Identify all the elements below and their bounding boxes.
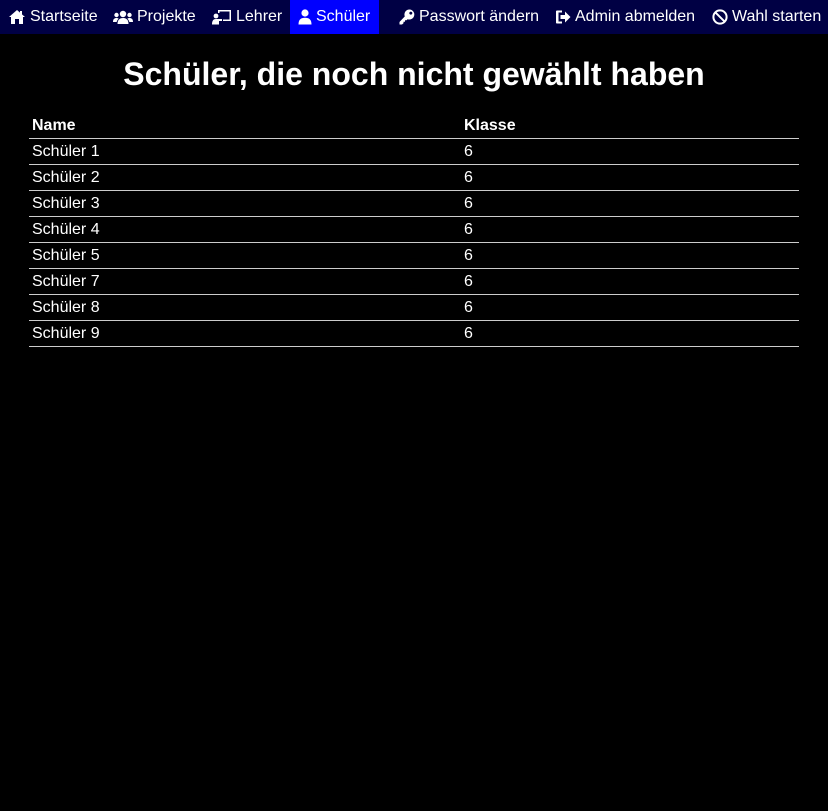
student-klasse: 6 <box>461 294 799 321</box>
student-klasse: 6 <box>461 164 799 191</box>
student-klasse: 6 <box>461 268 799 295</box>
student-klasse: 6 <box>461 216 799 243</box>
table-row: Schüler 8 6 <box>29 294 799 321</box>
nav-wahl-starten[interactable]: Wahl starten <box>712 0 821 34</box>
student-name: Schüler 7 <box>29 268 461 295</box>
chalkboard-teacher-icon <box>212 9 232 25</box>
user-icon <box>298 9 312 25</box>
nav-label: Admin abmelden <box>575 8 696 25</box>
table-header-row: Name Klasse <box>29 113 799 139</box>
table-row: Schüler 9 6 <box>29 320 799 347</box>
table-row: Schüler 2 6 <box>29 164 799 191</box>
student-klasse: 6 <box>461 242 799 269</box>
student-name: Schüler 4 <box>29 216 461 243</box>
student-name: Schüler 9 <box>29 320 461 347</box>
nav-label: Lehrer <box>236 8 283 25</box>
sign-out-icon <box>555 9 571 25</box>
nav-lehrer[interactable]: Lehrer <box>212 0 282 34</box>
student-name: Schüler 1 <box>29 138 461 165</box>
users-icon <box>113 9 133 25</box>
nav-admin-abmelden[interactable]: Admin abmelden <box>555 0 695 34</box>
ban-icon <box>712 9 728 25</box>
student-klasse: 6 <box>461 190 799 217</box>
student-klasse: 6 <box>461 138 799 165</box>
nav-label: Passwort ändern <box>419 8 540 25</box>
page-title: Schüler, die noch nicht gewählt haben <box>123 56 705 92</box>
nav-label: Startseite <box>30 8 98 25</box>
table-row: Schüler 1 6 <box>29 138 799 165</box>
students-table: Name Klasse Schüler 1 6 Schüler 2 6 Schü… <box>29 113 799 347</box>
student-name: Schüler 5 <box>29 242 461 269</box>
nav-label: Schüler <box>316 8 371 25</box>
column-header-klasse: Klasse <box>461 113 799 139</box>
table-row: Schüler 7 6 <box>29 268 799 295</box>
student-name: Schüler 8 <box>29 294 461 321</box>
table-row: Schüler 4 6 <box>29 216 799 243</box>
nav-passwort-aendern[interactable]: Passwort ändern <box>399 0 539 34</box>
nav-projekte[interactable]: Projekte <box>113 0 196 34</box>
student-name: Schüler 2 <box>29 164 461 191</box>
key-icon <box>399 9 415 25</box>
nav-schueler[interactable]: Schüler <box>290 0 379 34</box>
table-row: Schüler 5 6 <box>29 242 799 269</box>
nav-startseite[interactable]: Startseite <box>8 0 98 34</box>
nav-label: Wahl starten <box>732 8 822 25</box>
student-name: Schüler 3 <box>29 190 461 217</box>
home-icon <box>8 9 26 25</box>
nav-label: Projekte <box>137 8 196 25</box>
column-header-name: Name <box>29 113 461 139</box>
top-navbar: Startseite Projekte Lehrer Schüler Passw… <box>0 0 828 34</box>
student-klasse: 6 <box>461 320 799 347</box>
table-row: Schüler 3 6 <box>29 190 799 217</box>
